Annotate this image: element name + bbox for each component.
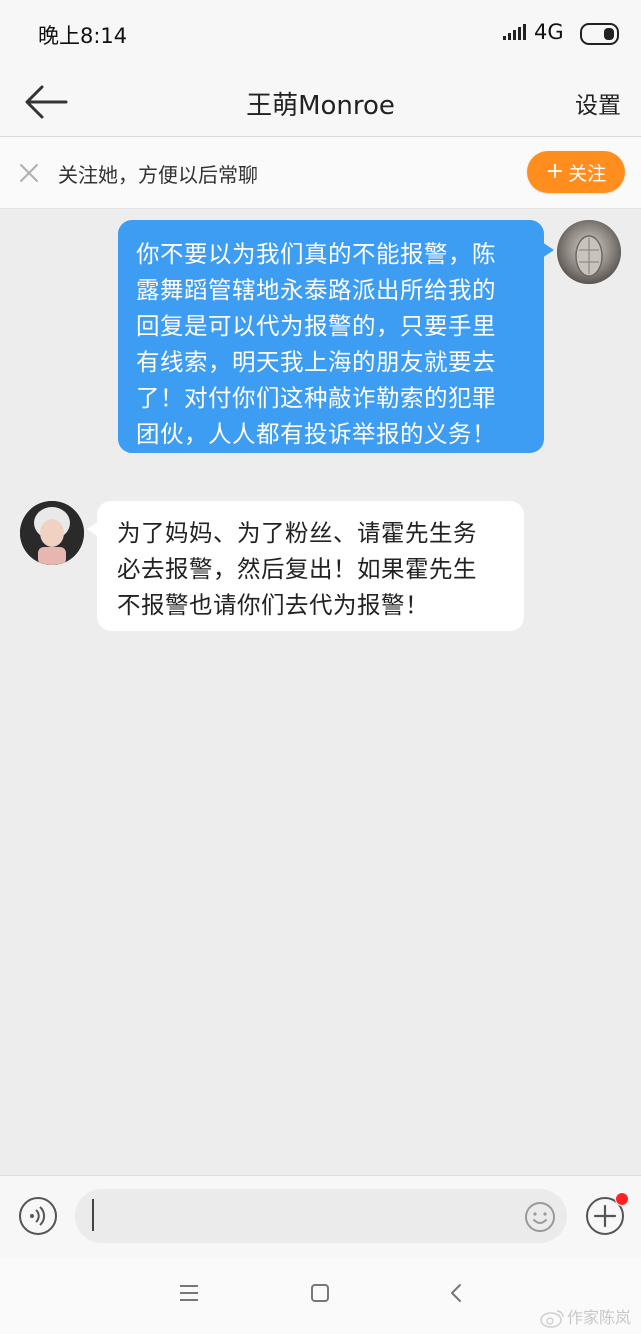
menu-icon xyxy=(180,1285,198,1301)
voice-button[interactable] xyxy=(18,1196,58,1236)
message-line: 了！对付你们这种敲诈勒索的犯罪 xyxy=(136,384,496,412)
outgoing-message-text: 你不要以为我们真的不能报警，陈 露舞蹈管辖地永泰路派出所给我的 回复是可以代为报… xyxy=(136,236,526,452)
menu-button[interactable] xyxy=(178,1282,200,1308)
watermark-text: 作家陈岚 xyxy=(566,1308,631,1327)
avatar-image xyxy=(557,220,621,284)
battery-icon xyxy=(580,23,619,45)
follow-button-label: 关注 xyxy=(568,162,607,185)
message-line: 回复是可以代为报警的，只要手里 xyxy=(136,312,496,340)
signal-icon xyxy=(503,24,526,40)
avatar-image xyxy=(20,501,84,565)
nav-bar: 王萌Monroe 设置 xyxy=(0,68,641,137)
contact-avatar[interactable] xyxy=(20,501,84,565)
outgoing-message[interactable]: 你不要以为我们真的不能报警，陈 露舞蹈管辖地永泰路派出所给我的 回复是可以代为报… xyxy=(118,220,554,453)
message-line: 不报警也请你们去代为报警！ xyxy=(117,591,429,619)
status-time: 晚上8:14 xyxy=(38,24,128,48)
back-icon xyxy=(451,1284,461,1302)
follow-hint: 关注她，方便以后常聊 xyxy=(58,163,258,187)
emoji-icon xyxy=(525,1202,555,1232)
message-line: 你不要以为我们真的不能报警，陈 xyxy=(136,240,496,268)
incoming-message[interactable]: 为了妈妈、为了粉丝、请霍先生务 必去报警，然后复出！如果霍先生 不报警也请你们去… xyxy=(87,501,524,631)
message-line: 为了妈妈、为了粉丝、请霍先生务 xyxy=(117,519,477,547)
system-back-button[interactable] xyxy=(446,1282,468,1308)
home-icon xyxy=(311,1284,329,1302)
message-line: 露舞蹈管辖地永泰路派出所给我的 xyxy=(136,276,496,304)
emoji-button[interactable] xyxy=(524,1201,556,1233)
weibo-logo-icon xyxy=(540,1310,564,1328)
home-button[interactable] xyxy=(309,1282,331,1308)
text-caret xyxy=(92,1199,94,1231)
message-line: 必去报警，然后复出！如果霍先生 xyxy=(117,555,477,583)
follow-bar: 关注她，方便以后常聊 + 关注 xyxy=(0,137,641,209)
message-line: 团伙，人人都有投诉举报的义务！ xyxy=(136,420,496,448)
close-button[interactable] xyxy=(18,162,40,184)
settings-button[interactable]: 设置 xyxy=(575,86,621,120)
voice-icon xyxy=(19,1197,57,1235)
my-avatar[interactable] xyxy=(557,220,621,284)
page-title: 王萌Monroe xyxy=(246,91,395,121)
status-bar: 晚上8:14 4G xyxy=(0,0,641,68)
message-line: 有线索，明天我上海的朋友就要去 xyxy=(136,348,496,376)
incoming-message-text: 为了妈妈、为了粉丝、请霍先生务 必去报警，然后复出！如果霍先生 不报警也请你们去… xyxy=(117,515,506,623)
close-icon xyxy=(20,164,38,182)
follow-button[interactable]: + 关注 xyxy=(527,151,625,193)
network-label: 4G xyxy=(534,20,564,44)
notification-dot xyxy=(615,1192,629,1206)
message-input[interactable] xyxy=(75,1189,567,1243)
plus-icon: + xyxy=(545,159,565,184)
